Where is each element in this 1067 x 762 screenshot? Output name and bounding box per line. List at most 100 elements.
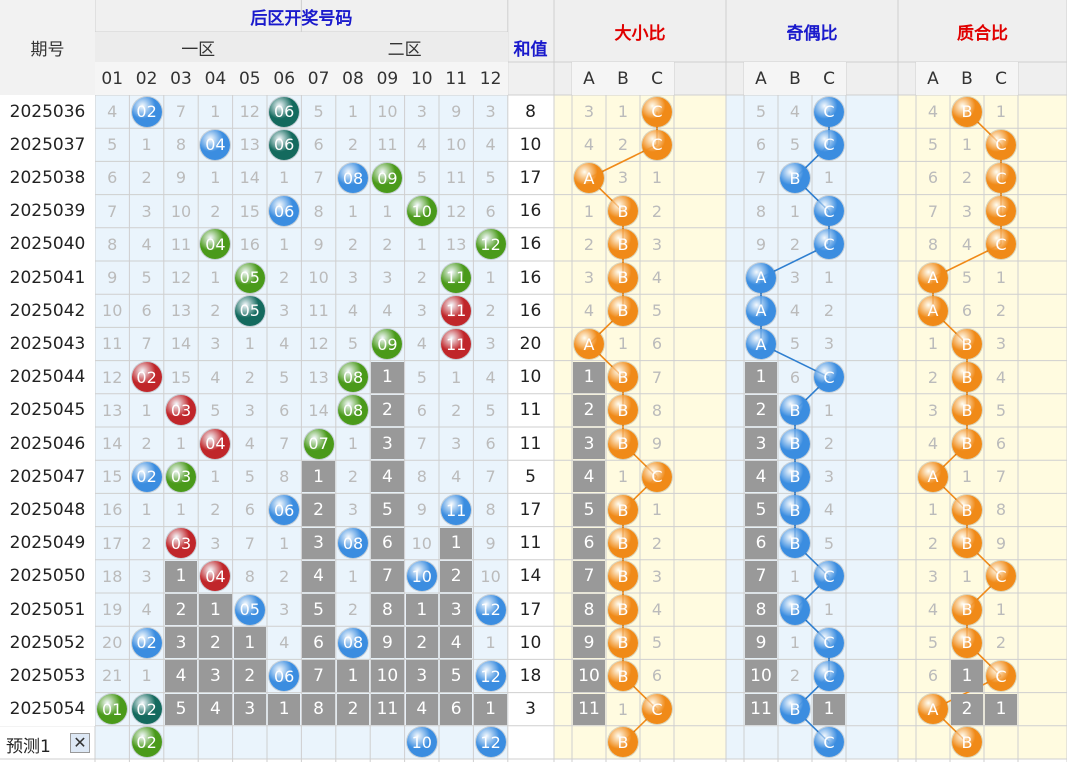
bs-cell: 2 [617,135,629,155]
sum-cell: 11 [519,400,542,421]
number-cell: 6 [302,627,335,659]
column-header-11: 11 [439,62,474,95]
number-cell: 8 [485,500,496,520]
number-cell: 2 [382,234,393,254]
oe-cell: 1 [789,633,801,653]
number-cell: 4 [141,234,152,254]
number-cell: 7 [279,434,290,454]
number-cell: 9 [416,500,427,520]
oe-cell: 1 [789,201,801,221]
number-cell: 4 [440,627,473,659]
oe-cell: 4 [745,461,777,493]
number-cell: 5 [371,494,404,526]
column-header-07: 07 [301,62,336,95]
bs-ball: C [642,461,672,492]
number-cell: 8 [371,594,404,626]
number-cell: 1 [416,234,427,254]
pc-cell: 4 [927,102,939,122]
column-header-03: 03 [163,62,199,95]
number-cell: 4 [451,467,462,487]
pc-cell: 9 [995,533,1007,553]
pc-ball: A [918,262,948,293]
column-header-09: 09 [370,62,405,95]
number-cell: 4 [382,301,393,321]
oe-cell: 11 [745,693,777,725]
number-cell: 1 [382,201,393,221]
number-cell: 6 [416,400,427,420]
number-cell: 3 [141,201,152,221]
bs-cell: 3 [583,268,595,288]
oe-ball: C [814,196,844,227]
sum-cell: 17 [519,499,542,520]
number-cell: 03 [166,461,196,492]
pc-cell: 2 [995,301,1007,321]
bs-cell: 11 [573,693,605,725]
bs-ball: B [608,528,638,559]
pc-cell: 7 [995,467,1007,487]
pc-cell: 7 [927,201,939,221]
number-cell: 10 [371,660,404,692]
pc-cell: 5 [961,268,973,288]
number-cell: 1 [474,693,507,725]
oe-cell: 6 [789,367,801,387]
number-cell: 10 [446,135,467,155]
bs-ball: B [608,196,638,227]
oe-cell: 1 [823,600,835,620]
number-cell: 06 [269,96,300,127]
bs-ball: B [608,295,638,326]
number-cell: 3 [302,527,335,559]
number-cell: 06 [269,495,300,525]
number-cell: 2 [440,560,473,592]
number-cell: 06 [269,661,300,691]
pc-cell: 1 [961,467,973,487]
number-cell: 2 [347,234,359,254]
predict-ball: 02 [131,727,162,758]
number-cell: 4 [371,461,404,493]
period-cell: 2025036 [0,95,95,129]
bs-ball: B [608,594,638,625]
oe-ball: C [814,96,844,127]
number-cell: 1 [302,461,335,493]
number-cell: 07 [303,428,334,459]
number-cell: 04 [200,428,231,459]
number-cell: 19 [102,600,123,620]
period-cell: 2025044 [0,360,95,394]
number-cell: 13 [308,367,329,387]
oe-cell: 3 [745,428,777,460]
number-cell: 7 [485,467,496,487]
oe-ball: B [780,428,810,459]
bs-cell: 8 [573,594,605,626]
number-cell: 11 [441,262,472,293]
pc-cell: 8 [995,500,1007,520]
oe-col-B: B [778,62,812,95]
number-cell: 10 [377,102,398,122]
oe-ball: B [780,163,810,193]
zone1-header: 一区 [95,32,302,62]
sum-cell: 16 [519,267,542,288]
bs-ball: A [574,329,604,359]
number-cell: 10 [480,566,501,586]
bs-cell: 1 [573,361,605,393]
pc-ball: B [952,594,982,625]
predict-ball: 10 [406,727,437,758]
number-cell: 7 [302,660,335,692]
sum-cell: 10 [519,367,542,388]
number-cell: 5 [107,135,118,155]
number-cell: 3 [244,400,255,420]
number-cell: 12 [239,102,260,122]
pc-col-A: A [916,62,950,95]
number-cell: 13 [170,301,192,321]
pc-cell: 2 [951,693,983,725]
bs-col-A: A [572,62,606,95]
oe-ball: B [780,594,810,625]
period-cell: 2025048 [0,493,95,527]
period-cell: 2025043 [0,327,95,361]
number-cell: 8 [279,467,290,487]
number-cell: 7 [371,560,404,592]
close-icon[interactable]: ✕ [70,732,90,753]
oe-cell: 2 [789,666,801,686]
pc-cell: 2 [995,633,1007,653]
number-cell: 1 [210,268,221,288]
oe-cell: 8 [755,201,767,221]
number-cell: 17 [102,533,123,553]
